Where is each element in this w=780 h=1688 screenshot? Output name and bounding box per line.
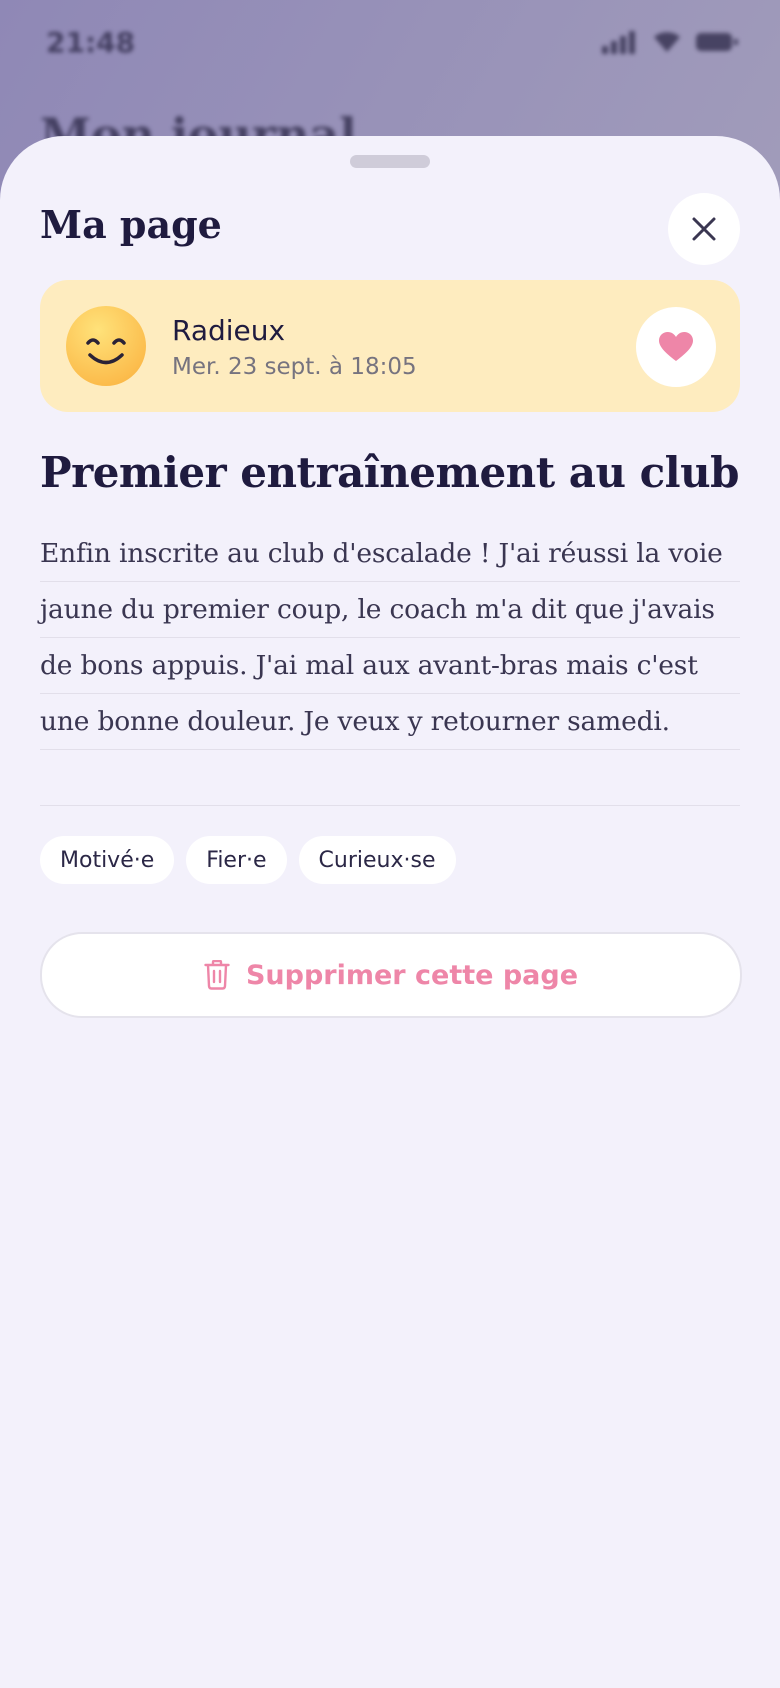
wifi-icon xyxy=(654,32,680,52)
delete-page-label: Supprimer cette page xyxy=(245,959,579,991)
delete-page-button[interactable]: Supprimer cette page xyxy=(40,932,742,1018)
entry-date: Mer. 23 sept. à 18:05 xyxy=(172,354,417,380)
status-icons xyxy=(602,30,740,54)
mood-card: Radieux Mer. 23 sept. à 18:05 xyxy=(40,280,740,412)
mood-name: Radieux xyxy=(172,314,286,347)
status-bar: 21:48 xyxy=(0,0,780,90)
emotion-tag: Fier·e xyxy=(186,836,287,884)
status-time: 21:48 xyxy=(46,26,136,59)
close-icon xyxy=(692,217,716,241)
emotion-tag: Motivé·e xyxy=(40,836,175,884)
favorite-button[interactable] xyxy=(636,307,716,387)
emotion-tag: Curieux·se xyxy=(298,836,456,884)
sheet-grabber[interactable] xyxy=(350,155,430,168)
emotion-tags: Motivé·e Fier·e Curieux·se xyxy=(40,836,456,884)
entry-title: Premier entraînement au club xyxy=(40,448,740,497)
signal-icon xyxy=(602,31,635,54)
entry-body: Enfin inscrite au club d'escalade ! J'ai… xyxy=(40,526,740,806)
trash-icon xyxy=(204,960,230,990)
entry-sheet: Ma page Radieux Mer. 23 sept. à 18:05 Pr… xyxy=(0,136,780,1688)
smiling-face-icon xyxy=(66,306,146,386)
app-screen: 21:48 Mon journal Ma page Radieux Mer. 2… xyxy=(0,0,780,1688)
heart-icon xyxy=(659,332,693,361)
close-button[interactable] xyxy=(668,193,740,265)
battery-icon xyxy=(696,33,738,51)
sheet-title: Ma page xyxy=(40,202,222,247)
